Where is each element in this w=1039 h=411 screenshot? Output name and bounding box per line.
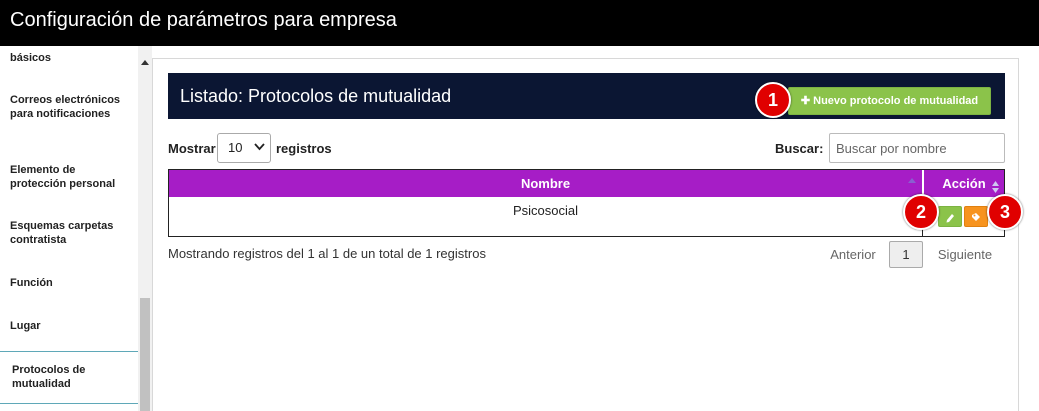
edit-button[interactable] — [938, 206, 962, 227]
sidebar: básicos Correos electrónicos para notifi… — [0, 46, 152, 411]
callout-badge-3: 3 — [987, 194, 1023, 230]
search-input[interactable] — [829, 133, 1005, 163]
sidebar-item-lugar[interactable]: Lugar — [10, 320, 130, 334]
sidebar-item-epp[interactable]: Elemento de protección personal — [10, 164, 130, 191]
table-cell-nombre: Psicosocial — [512, 203, 579, 218]
sidebar-divider — [0, 351, 138, 352]
new-protocol-button[interactable]: ✚ Nuevo protocolo de mutualidad — [788, 87, 991, 115]
sidebar-scrollbar[interactable] — [138, 46, 152, 411]
chevron-down-icon — [254, 141, 265, 155]
sidebar-divider — [0, 403, 138, 404]
column-header-nombre[interactable]: Nombre — [169, 170, 922, 197]
pagination-next[interactable]: Siguiente — [933, 241, 997, 268]
pagination-previous[interactable]: Anterior — [826, 241, 880, 268]
column-header-accion-label: Acción — [942, 176, 986, 191]
column-header-accion[interactable]: Acción — [923, 170, 1004, 197]
list-title: Listado: Protocolos de mutualidad — [180, 86, 452, 106]
page-size-select[interactable]: 10 — [217, 133, 271, 163]
page-size-value: 10 — [228, 140, 243, 155]
callout-badge-2: 2 — [903, 194, 939, 230]
sidebar-item-basicos[interactable]: básicos — [10, 52, 130, 66]
tag-button[interactable] — [964, 206, 988, 227]
page-title: Configuración de parámetros para empresa — [10, 9, 397, 31]
pagination-current-page[interactable]: 1 — [889, 241, 923, 268]
sort-ascending-icon — [908, 178, 916, 183]
sidebar-item-esquemas[interactable]: Esquemas carpetas contratista — [10, 220, 130, 247]
callout-badge-1: 1 — [755, 82, 791, 118]
title-bar: Configuración de parámetros para empresa — [0, 0, 1039, 46]
scroll-up-arrow-icon[interactable] — [141, 60, 149, 65]
search-label: Buscar: — [775, 141, 824, 156]
records-info: Mostrando registros del 1 al 1 de un tot… — [168, 246, 486, 261]
column-header-nombre-label: Nombre — [520, 176, 571, 191]
plus-icon: ✚ — [800, 95, 814, 107]
records-label: registros — [276, 141, 332, 156]
pencil-icon — [946, 214, 954, 223]
list-header: Listado: Protocolos de mutualidad ✚ Nuev… — [168, 73, 1005, 119]
protocols-table: Nombre Acción Psicosocial — [168, 169, 1005, 237]
sidebar-item-funcion[interactable]: Función — [10, 277, 130, 291]
sidebar-item-correos[interactable]: Correos electrónicos para notificaciones — [10, 94, 130, 121]
new-protocol-button-label: Nuevo protocolo de mutualidad — [813, 95, 979, 107]
tag-icon — [972, 213, 980, 221]
scrollbar-thumb[interactable] — [140, 298, 150, 411]
show-label: Mostrar — [168, 141, 216, 156]
sidebar-item-protocolos[interactable]: Protocolos de mutualidad — [12, 364, 132, 391]
